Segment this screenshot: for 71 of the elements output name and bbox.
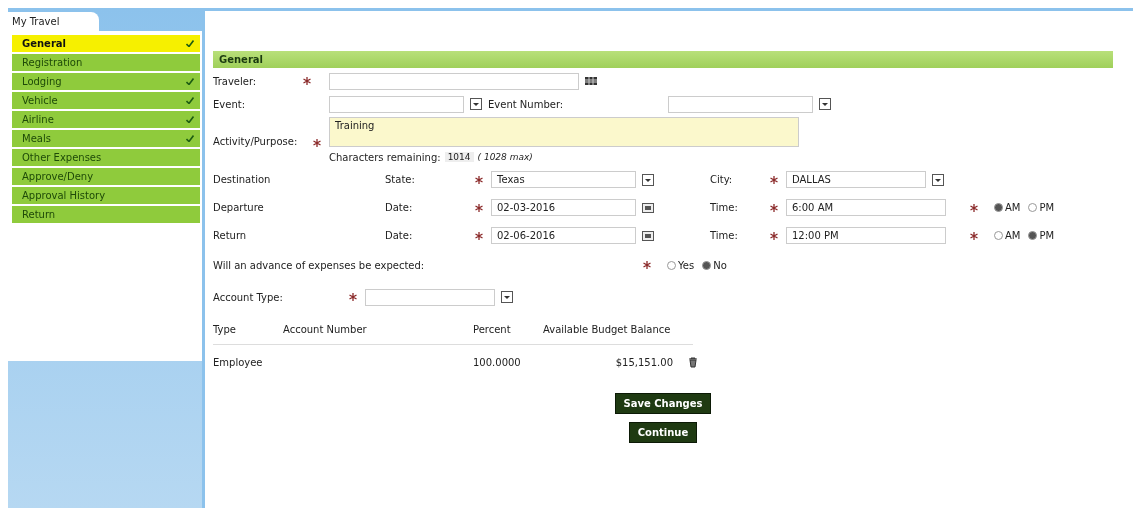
column-header: Account Number [283,324,368,335]
radio-label: Yes [678,259,695,271]
radio-label: AM [1005,202,1021,213]
radio-label: PM [1039,202,1055,213]
question-text: Will an advance of expenses be expected: [213,259,426,271]
sidebar-item[interactable]: Vehicle [12,92,200,109]
table-cell-text: Employee [213,356,264,368]
radio-label: PM [1039,230,1055,241]
sidebar-item[interactable]: Approve/Deny [12,168,200,185]
column-header: Available Budget Balance [543,324,672,335]
input-field[interactable]: Texas [491,171,636,188]
radio-button[interactable] [994,203,1003,212]
continue-button[interactable]: Continue [628,422,698,443]
input-field[interactable]: 02-03-2016 [491,199,636,216]
field-label: Time: [710,230,739,241]
field-label: Traveler: [213,75,258,87]
field-label: Activity/Purpose: [213,136,299,147]
counter-label: Characters remaining: [329,151,441,163]
radio-button[interactable] [994,231,1003,240]
trash-icon[interactable] [687,356,699,368]
sidebar-item[interactable]: Registration [12,54,200,71]
sidebar-item[interactable]: Other Expenses [12,149,200,166]
row-label: Destination [213,174,272,185]
input-field[interactable]: 6:00 AM [786,199,946,216]
column-header: Percent [473,324,512,335]
section-header: General [213,51,1113,68]
activity-text-area[interactable]: Training [329,117,799,147]
dropdown-icon[interactable] [932,173,944,186]
sidebar-item[interactable]: General [12,35,200,52]
traveler-field[interactable] [329,72,579,90]
field-label: Event Number: [488,98,565,110]
sidebar-item[interactable]: Lodging [12,73,200,90]
event-number-field[interactable] [668,95,813,113]
field-label: Account Type: [213,291,284,303]
input-field[interactable]: DALLAS [786,171,926,188]
radio-button[interactable] [702,260,712,270]
radio-button[interactable] [667,260,676,270]
max-note: ( 1028 max) [477,152,533,162]
field-label: Date: [385,230,414,241]
my-travel-tab[interactable]: My Travel [8,12,100,31]
table-cell-text: $15,151.00 [614,356,673,368]
table-cell-text: 100.0000 [473,356,522,368]
counter-value: 1014 [444,152,474,162]
sidebar-item[interactable]: Meals [12,130,200,147]
field-label: Date: [385,202,414,213]
sidebar-item[interactable]: Return [12,206,200,223]
event-field[interactable] [329,95,464,113]
sidebar-item[interactable]: Airline [12,111,200,128]
field-label: Time: [710,202,739,213]
field-label: Event: [213,98,247,110]
row-label: Departure [213,202,265,213]
input-field[interactable]: 02-06-2016 [491,227,636,244]
radio-button[interactable] [1028,231,1038,240]
calendar-icon[interactable] [642,229,654,242]
calendar-icon[interactable] [642,201,654,214]
sidebar-item[interactable]: Approval History [12,187,200,204]
radio-button[interactable] [1028,203,1038,212]
dropdown-icon[interactable] [470,98,482,110]
account-type-field[interactable] [365,288,495,306]
field-label: State: [385,174,416,185]
dropdown-icon[interactable] [642,173,654,186]
radio-label: No [713,259,727,271]
dropdown-icon[interactable] [501,291,513,303]
row-label: Return [213,230,248,241]
field-label: City: [710,174,734,185]
input-field[interactable]: 12:00 PM [786,227,946,244]
radio-label: AM [1005,230,1021,241]
column-header: Type [213,324,237,335]
dropdown-icon[interactable] [819,98,831,110]
save-button[interactable]: Save Changes [614,393,712,414]
grid-icon[interactable] [585,75,597,87]
